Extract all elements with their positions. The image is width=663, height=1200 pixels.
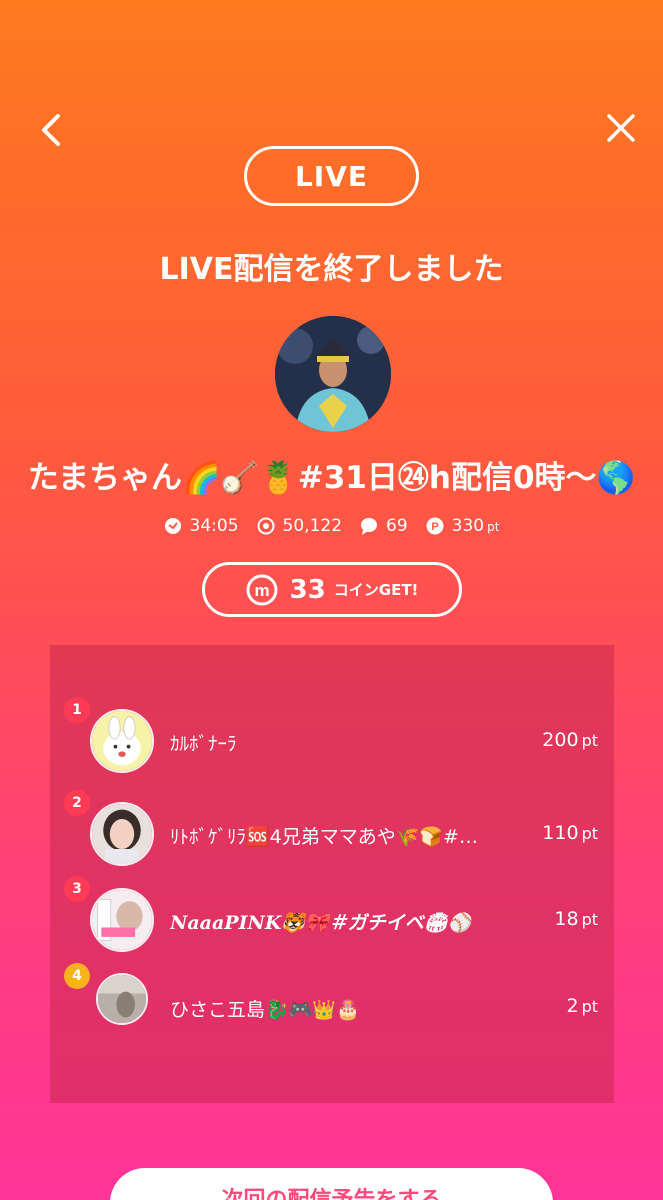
close-button[interactable] (601, 108, 641, 148)
rank-badge: 1 (64, 697, 90, 723)
stream-stats: 34:05 50,122 69 P 330 pt (0, 516, 663, 536)
live-badge: LIVE (244, 146, 419, 206)
points-icon: P (426, 517, 444, 535)
svg-text:P: P (431, 521, 438, 533)
svg-text:m: m (254, 581, 269, 600)
viewers-icon (257, 517, 275, 535)
ranking-row[interactable]: 4 ひさこ五島🐉🎮👑🎂 2 pt (50, 963, 614, 1043)
comment-icon (360, 517, 378, 535)
user-points: 18 pt (554, 908, 598, 930)
comments-stat: 69 (360, 516, 408, 536)
points-stat: P 330 pt (426, 516, 500, 536)
user-avatar[interactable] (96, 973, 148, 1025)
user-name[interactable]: ﾘﾄﾎﾞｹﾞﾘﾗ🆘4兄弟ママあや🌾🍞#… (170, 822, 520, 849)
comments-value: 69 (386, 516, 408, 536)
ranking-row[interactable]: 3 𝑵𝒂𝒂𝒂𝑷𝑰𝑵𝑲🐯🎀＃ガチイベ🏟⚾ 18 pt (50, 876, 614, 956)
schedule-next-stream-button[interactable]: 次回の配信予告をする (110, 1168, 553, 1200)
streamer-name: たまちゃん🌈🪕🍍#31日㉔h配信0時〜🌎 (27, 460, 636, 496)
points-unit: pt (487, 520, 500, 534)
user-name[interactable]: ひさこ五島🐉🎮👑🎂 (170, 995, 520, 1022)
stream-ended-title: LIVE配信を終了しました (159, 252, 504, 287)
back-button[interactable] (32, 110, 72, 150)
clock-icon (164, 517, 182, 535)
user-avatar[interactable] (90, 888, 154, 952)
ranking-row[interactable]: 2 ﾘﾄﾎﾞｹﾞﾘﾗ🆘4兄弟ママあや🌾🍞#… 110 pt (50, 790, 614, 870)
coin-icon: m (246, 574, 278, 606)
ranking-row[interactable]: 1 ｶﾙﾎﾞﾅｰﾗ 200 pt (50, 697, 614, 777)
chevron-left-icon (42, 114, 60, 146)
duration-value: 34:05 (189, 516, 239, 536)
coin-label: コインGET! (333, 581, 419, 599)
user-points: 2 pt (566, 995, 598, 1017)
viewers-value: 50,122 (282, 516, 343, 536)
viewers-stat: 50,122 (257, 516, 342, 536)
user-name[interactable]: 𝑵𝒂𝒂𝒂𝑷𝑰𝑵𝑲🐯🎀＃ガチイベ🏟⚾ (170, 908, 520, 935)
user-name[interactable]: ｶﾙﾎﾞﾅｰﾗ (170, 729, 520, 756)
user-points: 200 pt (542, 729, 598, 751)
rank-badge: 4 (64, 963, 90, 989)
rank-badge: 2 (64, 790, 90, 816)
user-avatar[interactable] (90, 709, 154, 773)
user-avatar[interactable] (90, 802, 154, 866)
rank-badge: 3 (64, 876, 90, 902)
points-value: 330 (451, 516, 485, 536)
user-points: 110 pt (542, 822, 598, 844)
streamer-avatar (275, 316, 391, 432)
coin-count: 33 (289, 574, 326, 605)
duration-stat: 34:05 (164, 516, 239, 536)
close-icon (607, 114, 635, 142)
coin-get-badge: m 33 コインGET! (202, 562, 462, 617)
gift-ranking-panel: 1 ｶﾙﾎﾞﾅｰﾗ 200 pt 2 ﾘﾄﾎﾞｹﾞﾘﾗ🆘4兄弟ママあや🌾🍞#… 1… (50, 645, 614, 1103)
